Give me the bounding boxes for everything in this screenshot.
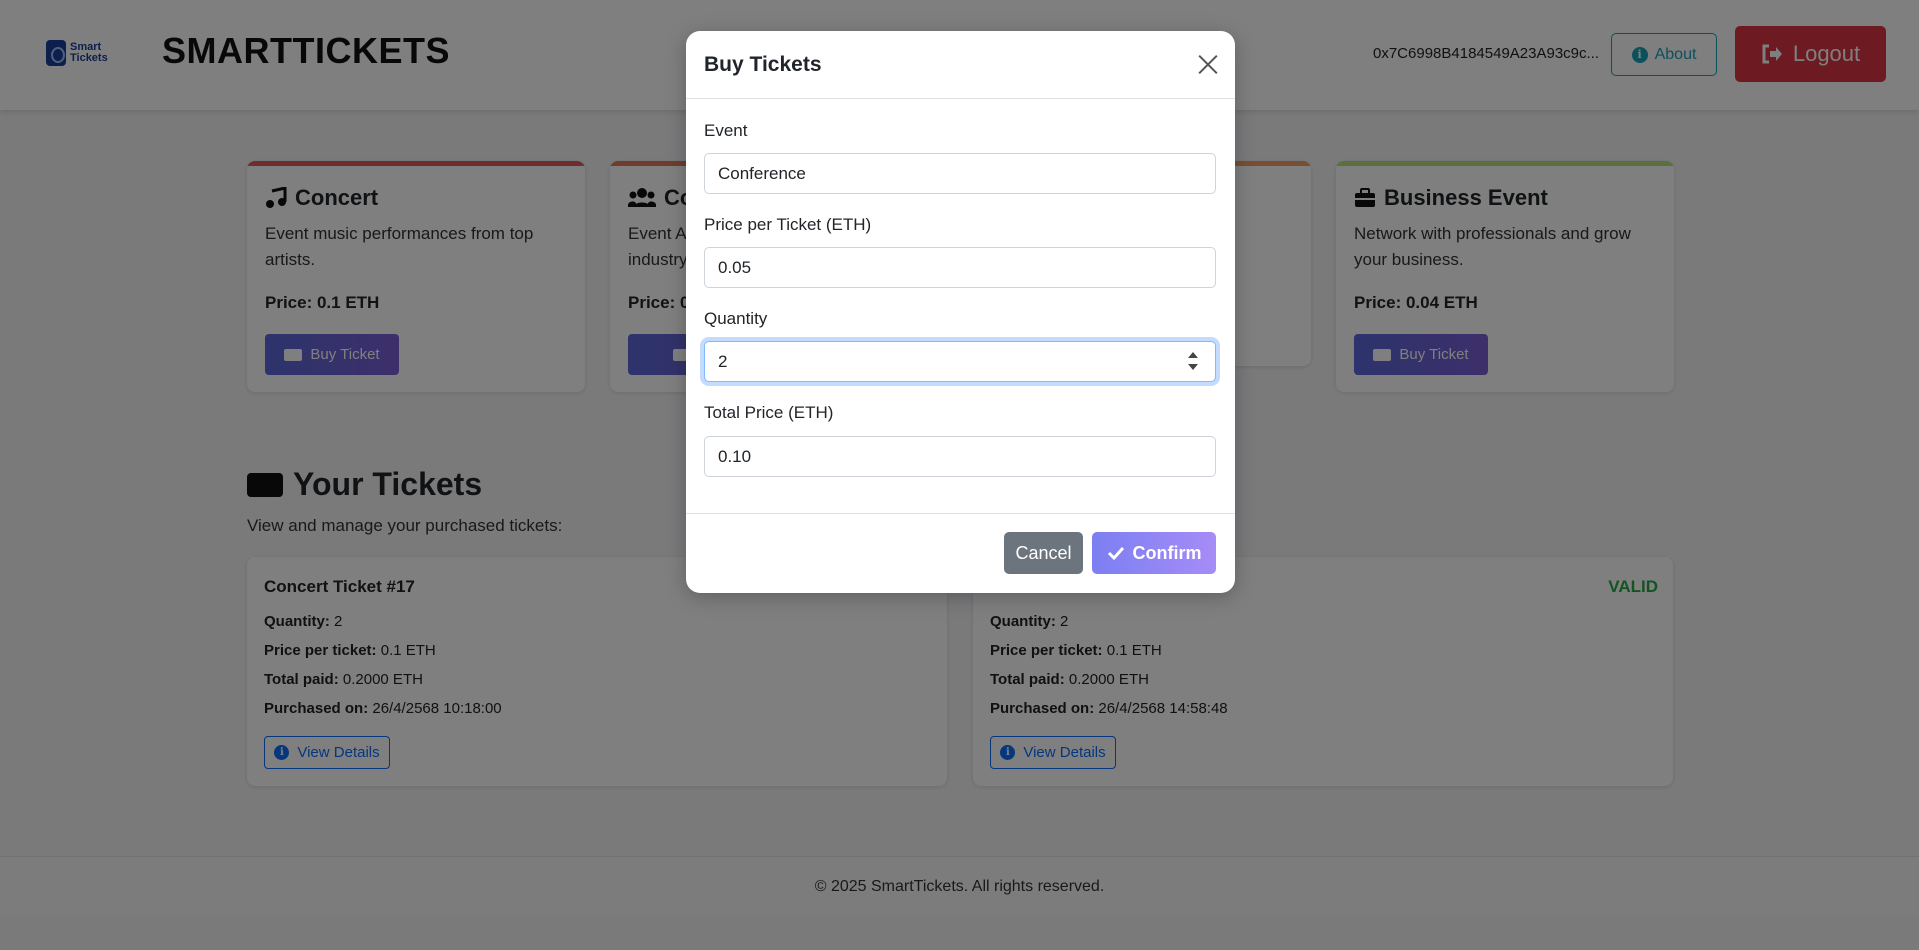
modal-title: Buy Tickets bbox=[704, 53, 822, 76]
price-field-value: 0.05 bbox=[718, 257, 752, 277]
confirm-label: Confirm bbox=[1132, 542, 1202, 563]
close-icon[interactable] bbox=[1195, 51, 1221, 77]
event-field-value: Conference bbox=[718, 163, 806, 183]
event-field-label: Event bbox=[704, 121, 748, 140]
chevron-down-icon[interactable] bbox=[1188, 364, 1198, 370]
buy-tickets-modal: Buy Tickets Event Conference Price per T… bbox=[686, 31, 1235, 593]
stepper-arrows[interactable] bbox=[1187, 352, 1199, 372]
confirm-button[interactable]: Confirm bbox=[1092, 532, 1216, 574]
cancel-label: Cancel bbox=[1015, 542, 1072, 563]
total-field-value: 0.10 bbox=[718, 446, 752, 466]
chevron-up-icon[interactable] bbox=[1188, 352, 1198, 358]
modal-footer: Cancel Confirm bbox=[686, 513, 1235, 593]
event-field[interactable]: Conference bbox=[704, 153, 1216, 194]
total-field-label: Total Price (ETH) bbox=[704, 403, 834, 422]
check-icon bbox=[1107, 546, 1124, 560]
modal-header: Buy Tickets bbox=[686, 31, 1235, 99]
quantity-field-value: 2 bbox=[718, 351, 728, 371]
cancel-button[interactable]: Cancel bbox=[1004, 532, 1083, 574]
quantity-field-label: Quantity bbox=[704, 309, 768, 328]
price-per-ticket-field[interactable]: 0.05 bbox=[704, 247, 1216, 288]
quantity-stepper[interactable]: 2 bbox=[704, 341, 1216, 382]
total-price-field[interactable]: 0.10 bbox=[704, 436, 1216, 477]
price-field-label: Price per Ticket (ETH) bbox=[704, 215, 872, 234]
